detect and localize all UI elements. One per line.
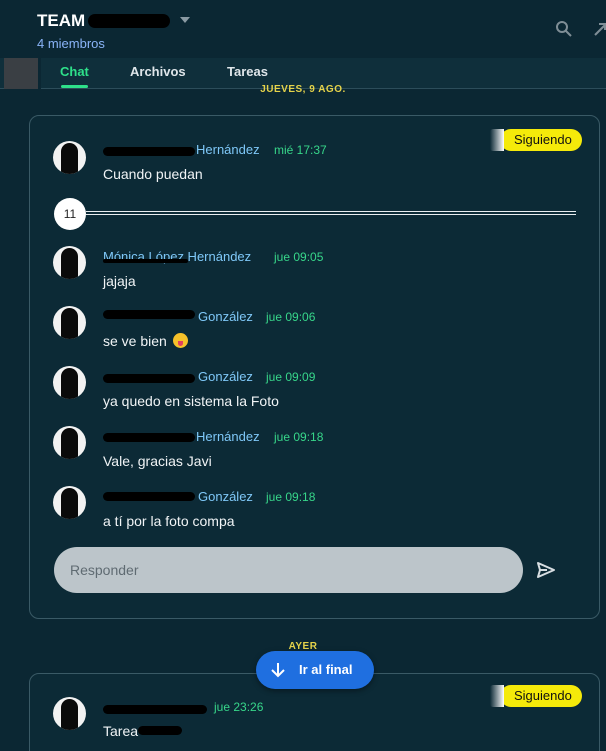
- reply-input[interactable]: Responder: [54, 547, 523, 593]
- avatar[interactable]: [53, 246, 86, 279]
- message-time: jue 09:09: [266, 370, 316, 384]
- send-icon[interactable]: [535, 559, 557, 581]
- redaction-bar: [103, 492, 195, 501]
- message-text: Vale, gracias Javi: [103, 453, 212, 469]
- collapsed-replies-line[interactable]: [86, 211, 576, 215]
- following-badge[interactable]: Siguiendo: [490, 129, 582, 151]
- tab-chat[interactable]: Chat: [60, 64, 89, 79]
- go-to-end-label: Ir al final: [299, 662, 353, 677]
- avatar[interactable]: [53, 141, 86, 174]
- expand-icon[interactable]: [592, 20, 606, 38]
- message-time: jue 09:05: [274, 250, 324, 264]
- message-time: jue 09:18: [274, 430, 324, 444]
- message-time: jue 09:06: [266, 310, 316, 324]
- tab-files[interactable]: Archivos: [130, 64, 186, 79]
- message-author[interactable]: Hernández: [196, 429, 260, 444]
- redaction-bar: [103, 433, 195, 442]
- redaction-bar: [103, 705, 207, 714]
- message-text: Cuando puedan: [103, 166, 203, 182]
- redaction-bar: [103, 374, 195, 383]
- arrow-down-icon: [271, 663, 285, 678]
- message-author[interactable]: González: [198, 489, 253, 504]
- redaction-bar: [138, 726, 182, 735]
- message-text: Tarea: [103, 723, 139, 739]
- avatar[interactable]: [53, 366, 86, 399]
- message-time: jue 23:26: [214, 700, 264, 714]
- avatar[interactable]: [53, 697, 86, 730]
- members-count[interactable]: 4 miembros: [37, 36, 105, 51]
- redaction-bar: [103, 310, 195, 319]
- message-time: jue 09:18: [266, 490, 316, 504]
- caret-down-icon[interactable]: [180, 17, 190, 23]
- message-row: se ve bien: [103, 333, 188, 349]
- message-thread: Siguiendo Hernández mié 17:37 Cuando pue…: [29, 115, 600, 619]
- redaction-bar: [88, 14, 170, 28]
- message-text: a tí por la foto compa: [103, 513, 235, 529]
- redaction-bar: [103, 259, 188, 263]
- message-author[interactable]: González: [198, 369, 253, 384]
- message-author[interactable]: Hernández: [196, 142, 260, 157]
- hidden-replies-count[interactable]: 11: [54, 198, 86, 230]
- redaction-bar: [103, 147, 195, 156]
- avatar[interactable]: [53, 486, 86, 519]
- message-time: mié 17:37: [274, 143, 327, 157]
- following-badge[interactable]: Siguiendo: [490, 685, 582, 707]
- avatar[interactable]: [53, 426, 86, 459]
- channel-header: TEAM S 4 miembros: [0, 0, 606, 58]
- avatar[interactable]: [53, 306, 86, 339]
- message-text: se ve bien: [103, 333, 167, 349]
- tab-tasks[interactable]: Tareas: [227, 64, 268, 79]
- message-text: ya quedo en sistema la Foto: [103, 393, 279, 409]
- tongue-emoji-icon: [172, 333, 188, 348]
- message-text: jajaja: [103, 273, 136, 289]
- message-author[interactable]: González: [198, 309, 253, 324]
- date-separator-top: JUEVES, 9 AGO.: [260, 84, 346, 95]
- search-icon[interactable]: [555, 20, 573, 38]
- go-to-end-button[interactable]: Ir al final: [256, 651, 374, 689]
